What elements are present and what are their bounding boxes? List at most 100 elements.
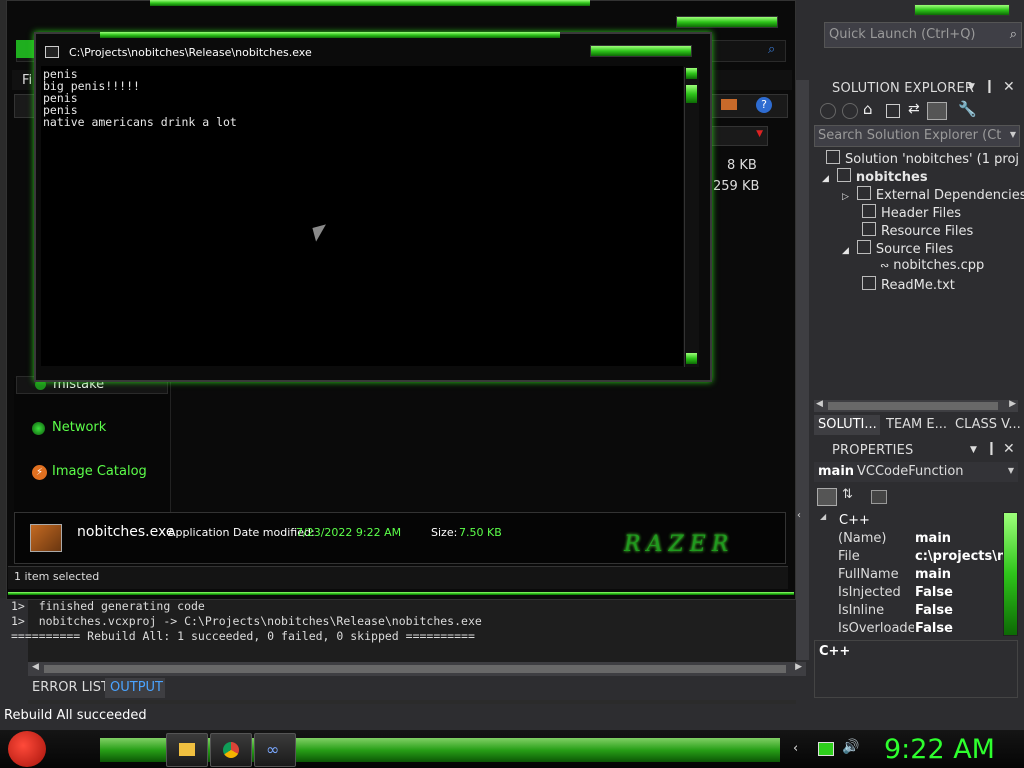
- nav-item-network[interactable]: Network: [32, 420, 162, 438]
- tree-readme[interactable]: ReadMe.txt: [862, 276, 955, 293]
- prop-value: False: [915, 585, 953, 600]
- details-size-label: Size:: [431, 526, 458, 539]
- scroll-thumb[interactable]: [686, 85, 697, 103]
- tree-header-files-label: Header Files: [881, 206, 961, 221]
- tree-source-files[interactable]: ◢ Source Files: [842, 240, 953, 257]
- close-icon[interactable]: ✕: [1003, 441, 1015, 457]
- console-caption-controls[interactable]: [590, 45, 692, 57]
- scroll-left-icon[interactable]: ◀: [32, 662, 39, 672]
- back-button[interactable]: [16, 40, 34, 58]
- quick-launch-input[interactable]: Quick Launch (Ctrl+Q) ⌕: [824, 22, 1022, 48]
- menu-file[interactable]: Fi: [22, 73, 32, 88]
- prop-row-fullname[interactable]: FullName main: [836, 567, 1004, 585]
- tree-external-deps[interactable]: ▷ External Dependencies: [842, 186, 1024, 203]
- tree-cpp-file-label: nobitches.cpp: [893, 258, 985, 273]
- close-icon[interactable]: ✕: [1003, 79, 1015, 95]
- solution-explorer-hscroll[interactable]: ◀ ▶: [814, 399, 1018, 412]
- column-header-size[interactable]: ▼: [706, 126, 768, 146]
- tab-class-view[interactable]: CLASS V...: [955, 417, 1021, 432]
- prop-key: FullName: [838, 567, 899, 582]
- console-vscroll[interactable]: [684, 67, 699, 367]
- expand-arrow-icon[interactable]: ◢: [822, 174, 829, 184]
- scroll-right-icon[interactable]: ▶: [795, 662, 802, 672]
- vs-vscroll[interactable]: [795, 80, 809, 660]
- category-expand-icon[interactable]: ◢: [820, 512, 826, 521]
- tree-header-files[interactable]: Header Files: [862, 204, 961, 221]
- start-button[interactable]: [8, 731, 46, 767]
- scroll-down-button[interactable]: [686, 353, 697, 364]
- property-pages-icon[interactable]: [871, 490, 887, 504]
- preview-pane-icon[interactable]: [721, 99, 737, 110]
- console-output[interactable]: [41, 66, 683, 366]
- scroll-thumb[interactable]: [44, 665, 786, 673]
- scroll-left-icon[interactable]: ◀: [816, 399, 823, 409]
- search-icon[interactable]: ⌕: [768, 42, 775, 57]
- pin-icon[interactable]: ❙: [986, 441, 997, 456]
- scroll-right-icon[interactable]: ▶: [1009, 399, 1016, 409]
- sync-icon[interactable]: ⇄: [908, 101, 920, 117]
- output-hscroll[interactable]: ◀ ▶: [28, 662, 806, 676]
- taskbar-folder[interactable]: [166, 733, 208, 767]
- folder-icon: [179, 743, 195, 756]
- prop-row-isinjected[interactable]: IsInjected False: [836, 585, 1004, 603]
- prop-value: c:\projects\nol: [915, 549, 1003, 564]
- tree-solution-label: Solution 'nobitches' (1 project: [845, 152, 1018, 167]
- vs-caption-controls[interactable]: [914, 4, 1010, 16]
- prop-key: (Name): [838, 531, 887, 546]
- dropdown-icon[interactable]: ▼: [970, 445, 977, 455]
- razer-logo: RAZER: [624, 532, 735, 557]
- taskbar-chrome[interactable]: [210, 733, 252, 767]
- explorer-caption-controls[interactable]: [676, 16, 778, 28]
- properties-icon[interactable]: 🔧: [958, 100, 977, 118]
- prop-value: main: [915, 567, 952, 582]
- tray-volume-icon[interactable]: 🔊: [842, 739, 859, 755]
- expand-arrow-icon[interactable]: ◢: [842, 246, 849, 256]
- tray-network-icon[interactable]: [818, 742, 834, 756]
- scroll-up-button[interactable]: [686, 68, 697, 79]
- tree-solution[interactable]: Solution 'nobitches' (1 project: [826, 150, 1018, 167]
- solution-explorer-search[interactable]: Search Solution Explorer (Ctr ▼: [814, 125, 1020, 147]
- dropdown-icon[interactable]: ▼: [968, 82, 975, 92]
- properties-vscroll[interactable]: [1003, 512, 1018, 636]
- tab-error-list[interactable]: ERROR LIST: [32, 680, 109, 695]
- prop-row-isinline[interactable]: IsInline False: [836, 603, 1004, 621]
- output-line: ========== Rebuild All: 1 succeeded, 0 f…: [11, 629, 475, 643]
- prop-row-isoverloaded[interactable]: IsOverloadedFalse: [836, 621, 1004, 635]
- tree-cpp-file[interactable]: ∾ nobitches.cpp: [880, 258, 984, 273]
- search-dropdown-icon[interactable]: ▼: [1010, 130, 1016, 139]
- scroll-thumb[interactable]: [828, 402, 998, 410]
- text-file-icon: [862, 276, 876, 290]
- tray-chevron-icon[interactable]: ‹: [793, 741, 798, 756]
- help-icon[interactable]: ?: [756, 97, 772, 113]
- infinity-icon: ∞: [266, 740, 280, 759]
- collapse-arrow-icon[interactable]: ▷: [842, 192, 849, 202]
- file-size: 8 KB: [727, 158, 757, 173]
- taskbar-clock[interactable]: 9:22 AM: [884, 734, 995, 765]
- back-icon[interactable]: [820, 103, 836, 119]
- chrome-icon: [223, 742, 239, 758]
- forward-icon[interactable]: [842, 103, 858, 119]
- prop-key: IsInline: [838, 603, 885, 618]
- prop-value: False: [915, 603, 953, 618]
- tab-team-explorer[interactable]: TEAM E...: [886, 417, 947, 432]
- tree-resource-files[interactable]: Resource Files: [862, 222, 973, 239]
- properties-object-selector[interactable]: main VCCodeFunction ▼: [814, 462, 1018, 482]
- home-icon[interactable]: ⌂: [863, 100, 873, 118]
- prop-row-file[interactable]: File c:\projects\nol: [836, 549, 1004, 567]
- pin-icon[interactable]: ❙: [984, 79, 995, 94]
- categorized-icon[interactable]: [817, 488, 837, 506]
- console-line: native americans drink a lot: [43, 115, 237, 129]
- category-cpp: C++: [839, 513, 870, 528]
- show-all-files-icon[interactable]: [927, 102, 947, 120]
- nav-item-image-catalog[interactable]: ⚡ Image Catalog: [32, 464, 172, 482]
- tab-solution[interactable]: SOLUTI...: [818, 417, 877, 432]
- cpp-file-icon: ∾: [880, 259, 890, 272]
- collapse-arrow-icon[interactable]: ‹: [797, 510, 801, 521]
- taskbar-visual-studio[interactable]: ∞: [254, 733, 296, 767]
- prop-row-name[interactable]: (Name) main: [836, 531, 1004, 549]
- collapse-icon[interactable]: [886, 104, 900, 118]
- alphabetical-icon[interactable]: ⇅: [842, 487, 853, 502]
- tree-project[interactable]: ◢ nobitches: [822, 168, 928, 185]
- selector-dropdown-icon[interactable]: ▼: [1008, 466, 1014, 475]
- tab-output[interactable]: OUTPUT: [110, 680, 163, 695]
